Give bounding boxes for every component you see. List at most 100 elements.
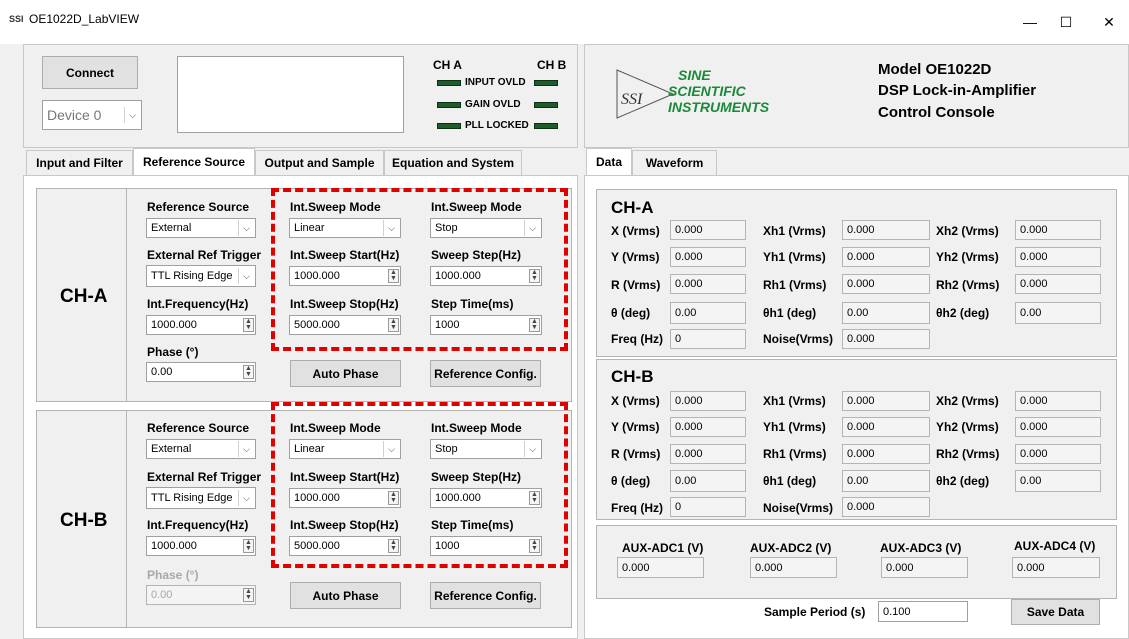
auto-phase-button[interactable]: Auto Phase [290, 582, 401, 609]
window-title: OE1022D_LabVIEW [29, 12, 140, 26]
device-select-value: Device 0 [47, 107, 102, 123]
th2-label: θh2 (deg) [936, 474, 990, 488]
theta-value: 0.00 [670, 470, 746, 492]
brand-line2: SCIENTIFIC [668, 83, 746, 99]
led-pll-locked-b [534, 123, 558, 129]
th1-value: 0.00 [842, 470, 930, 492]
theta-label: θ (deg) [611, 474, 651, 488]
rh1-value: 0.000 [842, 274, 930, 294]
xh1-label: Xh1 (Vrms) [763, 224, 826, 238]
led-pll-locked-a [437, 123, 461, 129]
th2-value: 0.00 [1015, 302, 1101, 324]
spinner-icon[interactable]: ▲ ▼ [243, 539, 254, 553]
y-value: 0.000 [670, 247, 746, 267]
x-value: 0.000 [670, 391, 746, 411]
phase-input[interactable]: 0.00 ▲ ▼ [146, 362, 256, 382]
rh2-label: Rh2 (Vrms) [936, 278, 1000, 292]
freq-value: 0 [670, 497, 746, 517]
th1-value: 0.00 [842, 302, 930, 324]
ext-trigger-label: External Ref Trigger [147, 470, 262, 484]
r-value: 0.000 [670, 274, 746, 294]
ext-trigger-select[interactable]: TTL Rising Edge ⌵ [146, 265, 256, 287]
ref-source-select[interactable]: External ⌵ [146, 439, 256, 459]
ext-trigger-label: External Ref Trigger [147, 248, 262, 262]
tab-input-and-filter[interactable]: Input and Filter [26, 150, 133, 176]
reference-config-button[interactable]: Reference Config. [430, 582, 541, 609]
save-data-button[interactable]: Save Data [1011, 599, 1100, 625]
noise-value: 0.000 [842, 329, 930, 349]
ref-source-label: Reference Source [147, 200, 250, 214]
indicator-label: INPUT OVLD [465, 77, 526, 88]
th2-value: 0.00 [1015, 470, 1101, 492]
divider [126, 410, 127, 628]
rh2-value: 0.000 [1015, 274, 1101, 294]
reference-config-button[interactable]: Reference Config. [430, 360, 541, 387]
chevron-down-icon[interactable]: ⌵ [238, 490, 254, 506]
aux-adc3-label: AUX-ADC3 (V) [880, 541, 962, 555]
minimize-button[interactable]: — [1010, 8, 1050, 36]
ref-source-select[interactable]: External ⌵ [146, 218, 256, 238]
tab-data[interactable]: Data [586, 148, 632, 176]
connect-button[interactable]: Connect [42, 56, 138, 89]
yh2-label: Yh2 (Vrms) [936, 420, 999, 434]
led-gain-ovld-b [534, 102, 558, 108]
th1-label: θh1 (deg) [763, 474, 817, 488]
int-freq-input[interactable]: 1000.000 ▲ ▼ [146, 536, 256, 556]
indicator-label: GAIN OVLD [465, 99, 521, 110]
int-freq-input[interactable]: 1000.000 ▲ ▼ [146, 315, 256, 335]
indicator-ch-a-label: CH A [433, 58, 462, 72]
freq-value: 0 [670, 329, 746, 349]
ssi-logo-icon: SSI [616, 69, 675, 119]
int-freq-value: 1000.000 [151, 540, 197, 552]
yh1-value: 0.000 [842, 417, 930, 437]
theta-value: 0.00 [670, 302, 746, 324]
divider [126, 188, 127, 402]
sample-period-input[interactable]: 0.100 [878, 601, 968, 622]
aux-adc1-value: 0.000 [617, 557, 704, 578]
rh2-label: Rh2 (Vrms) [936, 447, 1000, 461]
auto-phase-button[interactable]: Auto Phase [290, 360, 401, 387]
chevron-down-icon[interactable]: ⌵ [238, 268, 254, 284]
model-description: DSP Lock-in-Amplifier [878, 82, 1037, 99]
brand-line1: SINE [678, 67, 711, 83]
chevron-down-icon[interactable]: ⌵ [124, 107, 140, 123]
theta-label: θ (deg) [611, 306, 651, 320]
window-titlebar: SSI OE1022D_LabVIEW — ☐ ✕ [0, 0, 1129, 44]
xh1-value: 0.000 [842, 220, 930, 240]
tab-reference-source[interactable]: Reference Source [133, 148, 255, 176]
int-freq-value: 1000.000 [151, 319, 197, 331]
y-value: 0.000 [670, 417, 746, 437]
status-message-box [177, 56, 404, 133]
rh2-value: 0.000 [1015, 444, 1101, 464]
chevron-down-icon[interactable]: ⌵ [238, 220, 254, 236]
spinner-icon: ▲ ▼ [243, 588, 254, 602]
chevron-down-icon[interactable]: ⌵ [238, 441, 254, 457]
aux-adc4-label: AUX-ADC4 (V) [1014, 539, 1096, 553]
th2-label: θh2 (deg) [936, 306, 990, 320]
noise-value: 0.000 [842, 497, 930, 517]
tab-output-and-sample[interactable]: Output and Sample [255, 150, 384, 176]
led-gain-ovld-a [437, 102, 461, 108]
phase-label-disabled: Phase (°) [147, 568, 199, 582]
ch-b-data-group [596, 359, 1117, 520]
xh2-value: 0.000 [1015, 220, 1101, 240]
ch-b-label: CH-B [60, 510, 108, 531]
spinner-icon[interactable]: ▲ ▼ [243, 318, 254, 332]
model-name: Model OE1022D [878, 61, 992, 78]
r-label: R (Vrms) [611, 278, 661, 292]
ext-trigger-select[interactable]: TTL Rising Edge ⌵ [146, 487, 256, 509]
ref-source-label: Reference Source [147, 421, 250, 435]
yh1-label: Yh1 (Vrms) [763, 250, 826, 264]
sample-period-label: Sample Period (s) [764, 605, 866, 619]
tab-waveform[interactable]: Waveform [632, 150, 717, 176]
console-title: Control Console [878, 104, 995, 121]
maximize-button[interactable]: ☐ [1046, 8, 1086, 36]
close-button[interactable]: ✕ [1089, 8, 1129, 36]
ext-trigger-value: TTL Rising Edge [151, 492, 233, 504]
ext-trigger-value: TTL Rising Edge [151, 270, 233, 282]
ch-a-label: CH-A [60, 286, 108, 307]
device-select[interactable]: Device 0 ⌵ [42, 100, 142, 130]
tab-equation-and-system[interactable]: Equation and System [384, 150, 522, 176]
r-value: 0.000 [670, 444, 746, 464]
spinner-icon[interactable]: ▲ ▼ [243, 365, 254, 379]
